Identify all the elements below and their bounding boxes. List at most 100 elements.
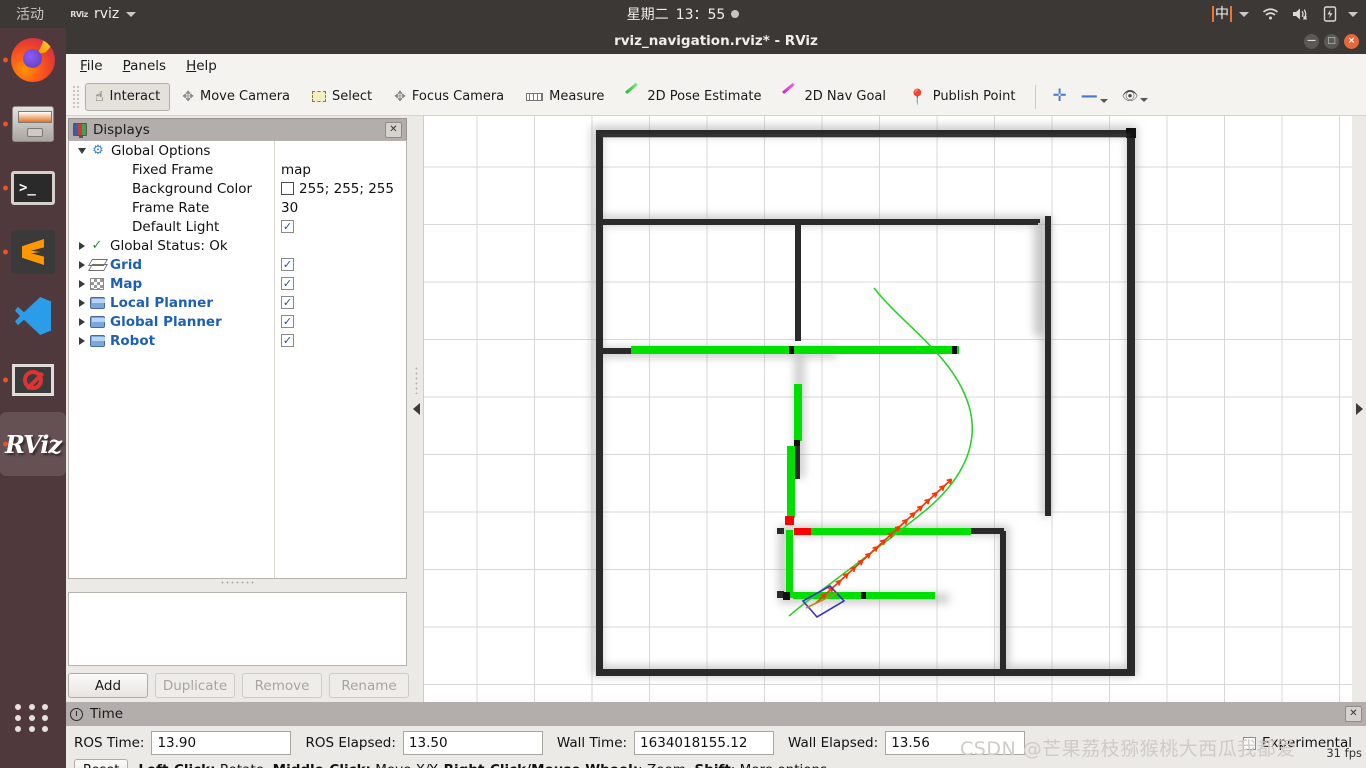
remove-tool-button[interactable]: — [1075, 88, 1114, 105]
displays-tree[interactable]: ⚙ Global Options Fixed Frame map Background … [68, 140, 407, 579]
display-tree-row-global-status-ok[interactable]: ✓ Global Status: Ok [69, 236, 406, 255]
toolbar-drag-handle[interactable] [72, 84, 80, 109]
wifi-icon[interactable] [1262, 7, 1279, 21]
display-row-value[interactable]: ✓ [281, 258, 294, 271]
menu-item-panels[interactable]: Panels [123, 58, 166, 74]
display-row-value[interactable]: ✓ [281, 220, 294, 233]
display-row-label: Default Light [132, 218, 220, 235]
tool-move-camera-button[interactable]: ✥ Move Camera [172, 83, 300, 111]
battery-charging-icon[interactable] [1323, 6, 1337, 22]
expander-down-icon[interactable] [78, 147, 86, 154]
tool-focus-camera-button[interactable]: ✥ Focus Camera [384, 83, 514, 111]
add-display-button[interactable]: Add [68, 673, 148, 698]
display-tree-row-fixed-frame[interactable]: Fixed Frame map [69, 160, 406, 179]
enabled-checkbox[interactable]: ✓ [281, 220, 294, 233]
expander-right-icon[interactable] [79, 317, 85, 326]
rename-display-button[interactable]: Rename [329, 673, 409, 698]
display-row-value[interactable]: 255; 255; 255 [281, 181, 394, 197]
launcher-item-vscode[interactable] [0, 284, 66, 348]
folder-icon [89, 296, 105, 309]
view-visibility-chevron-down-icon[interactable] [1140, 98, 1149, 102]
expander-right-icon[interactable] [79, 279, 85, 288]
tool-select-button[interactable]: Select [302, 83, 382, 111]
apps-grid-icon [15, 704, 51, 732]
launcher-item-rviz[interactable]: RViz [0, 412, 66, 476]
minimize-button[interactable]: — [1304, 33, 1319, 49]
display-tree-row-local-planner[interactable]: Local Planner ✓ [69, 293, 406, 312]
tool-interact-button[interactable]: ☝ Interact [85, 82, 171, 111]
duplicate-display-button[interactable]: Duplicate [155, 673, 235, 698]
enabled-checkbox[interactable]: ✓ [281, 296, 294, 309]
input-method-chevron-down-icon[interactable] [1239, 11, 1249, 17]
enabled-checkbox[interactable]: ✓ [281, 315, 294, 328]
time-panel-close-icon[interactable]: ✕ [1345, 706, 1362, 722]
add-tool-button[interactable]: ✛ [1046, 88, 1072, 105]
input-method-indicator[interactable]: 中 [1212, 6, 1232, 22]
launcher-item-terminal[interactable]: >_ [0, 156, 66, 220]
expander-right-icon[interactable] [79, 241, 85, 250]
enabled-checkbox[interactable]: ✓ [281, 277, 294, 290]
displays-panel-close-icon[interactable]: ✕ [385, 121, 402, 138]
display-row-value[interactable]: ✓ [281, 334, 294, 347]
display-tree-row-grid[interactable]: Grid ✓ [69, 255, 406, 274]
color-swatch[interactable] [281, 182, 294, 195]
launcher-item-firefox[interactable] [0, 28, 66, 92]
display-tree-row-global-options[interactable]: ⚙ Global Options [69, 141, 406, 160]
vscode-icon [11, 295, 55, 337]
displays-splitter-handle[interactable] [68, 579, 407, 586]
expander-right-icon[interactable] [79, 336, 85, 345]
display-tree-row-map[interactable]: Map ✓ [69, 274, 406, 293]
clock-area[interactable]: 星期二 13：55 [0, 0, 1366, 28]
launcher-item-forbidden[interactable] [0, 348, 66, 412]
display-tree-row-background-color[interactable]: Background Color 255; 255; 255 [69, 179, 406, 198]
display-row-label: Grid [110, 256, 143, 273]
app-menu-chevron-down-icon[interactable] [126, 11, 137, 17]
experimental-checkbox[interactable] [1242, 736, 1256, 750]
display-tree-row-frame-rate[interactable]: Frame Rate 30 [69, 198, 406, 217]
tool-2d-pose-estimate-button[interactable]: 2D Pose Estimate [616, 83, 771, 111]
display-tree-row-global-planner[interactable]: Global Planner ✓ [69, 312, 406, 331]
system-menu-chevron-down-icon[interactable] [1348, 11, 1358, 17]
menu-item-file[interactable]: File [80, 58, 103, 74]
tool-publish-point-button[interactable]: 📍 Publish Point [898, 83, 1025, 111]
display-row-value[interactable]: 30 [281, 200, 298, 216]
display-row-value[interactable]: ✓ [281, 277, 294, 290]
ros-time-input[interactable]: 13.90 [151, 731, 292, 755]
display-row-label: Background Color [132, 180, 253, 197]
wall-elapsed-input[interactable]: 13.56 [885, 731, 1026, 755]
reset-button[interactable]: Reset [74, 759, 129, 768]
display-tree-row-default-light[interactable]: Default Light ✓ [69, 217, 406, 236]
view-visibility-button[interactable]: 👁 [1116, 89, 1155, 104]
volume-muted-icon[interactable] [1292, 7, 1310, 21]
launcher-item-files[interactable] [0, 92, 66, 156]
map-icon [90, 277, 104, 290]
rviz-3d-view[interactable] [423, 116, 1352, 702]
tool-measure-button[interactable]: Measure [516, 83, 614, 111]
menu-item-help[interactable]: Help [186, 58, 217, 74]
activities-button[interactable]: 活动 [16, 4, 44, 24]
ros-elapsed-input[interactable]: 13.50 [402, 731, 543, 755]
tool-2d-nav-goal-button[interactable]: 2D Nav Goal [773, 83, 896, 111]
enabled-checkbox[interactable]: ✓ [281, 258, 294, 271]
remove-tool-chevron-down-icon[interactable] [1099, 99, 1108, 103]
show-applications-button[interactable] [0, 686, 66, 750]
display-row-value[interactable]: ✓ [281, 296, 294, 309]
maximize-button[interactable]: □ [1324, 33, 1339, 49]
window-titlebar[interactable]: rviz_navigation.rviz* - RViz — □ × [66, 28, 1366, 54]
color-value-label: 255; 255; 255 [299, 180, 394, 197]
active-app-name[interactable]: rviz [94, 6, 119, 22]
wall-time-input[interactable]: 1634018155.12 [634, 731, 775, 755]
expander-right-icon[interactable] [79, 260, 85, 269]
right-panel-collapse-handle[interactable] [1352, 116, 1366, 702]
display-description-box [68, 592, 407, 666]
display-tree-row-robot[interactable]: Robot ✓ [69, 331, 406, 350]
left-panel-collapse-handle[interactable] [409, 116, 423, 702]
display-row-value[interactable]: ✓ [281, 315, 294, 328]
close-button[interactable]: × [1344, 33, 1359, 49]
expander-right-icon[interactable] [79, 298, 85, 307]
launcher-item-sublime-text[interactable] [0, 220, 66, 284]
display-row-value[interactable]: map [281, 162, 311, 178]
local-plan-pose-arrows [815, 478, 953, 604]
enabled-checkbox[interactable]: ✓ [281, 334, 294, 347]
remove-display-button[interactable]: Remove [242, 673, 322, 698]
